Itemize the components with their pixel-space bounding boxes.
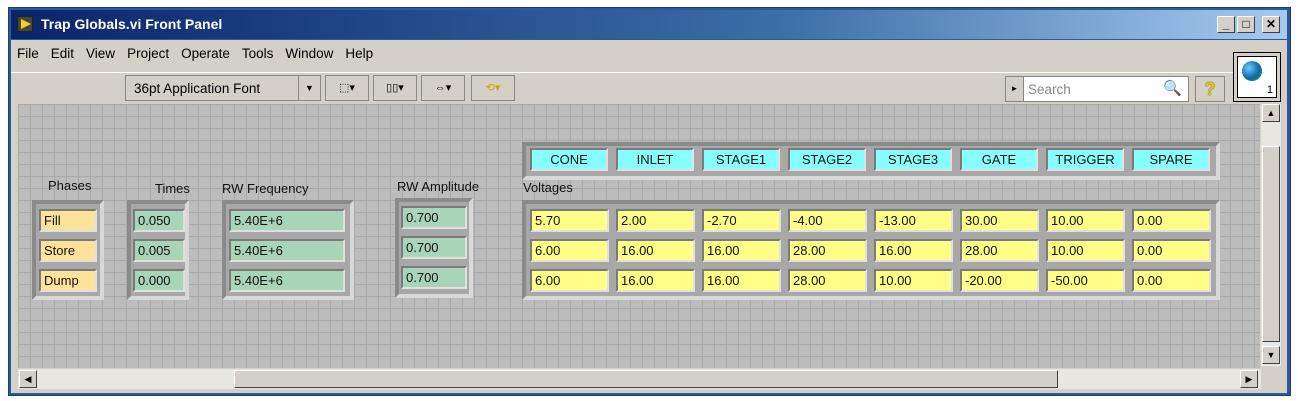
voltages-label: Voltages [523, 180, 573, 195]
voltage-column-header-inlet[interactable]: INLET [616, 148, 694, 171]
voltage-cell[interactable]: 0.00 [1132, 209, 1211, 232]
menu-tools[interactable]: Tools [236, 44, 280, 64]
voltage-cell[interactable]: -50.00 [1046, 269, 1125, 292]
voltage-cell[interactable]: 10.00 [874, 269, 953, 292]
menu-project[interactable]: Project [121, 44, 175, 64]
voltage-cell[interactable]: 28.00 [960, 239, 1039, 262]
menu-help[interactable]: Help [339, 44, 379, 64]
vi-icon-pane[interactable]: 1 [1233, 52, 1281, 102]
labview-vi-icon [17, 16, 33, 32]
maximize-button[interactable]: □ [1237, 16, 1255, 33]
align-objects-button[interactable]: ⬚▾ [325, 75, 369, 101]
menu-edit[interactable]: Edit [45, 44, 80, 64]
toolbar: 36pt Application Font ▼ ⬚▾ ▯▯▾ ⇔▾ ⟲▾ ► Se… [11, 72, 1233, 102]
phases-label: Phases [48, 178, 92, 193]
voltage-cell[interactable]: 16.00 [702, 269, 781, 292]
scroll-up-icon[interactable]: ▲ [1262, 104, 1280, 122]
voltage-column-header-stage2[interactable]: STAGE2 [788, 148, 866, 171]
voltage-column-header-cone[interactable]: CONE [530, 148, 608, 171]
voltage-cell[interactable]: -13.00 [874, 209, 953, 232]
voltage-cell[interactable]: 2.00 [616, 209, 695, 232]
rw_amplitude-field[interactable]: 0.700 [401, 206, 467, 229]
front-panel-canvas[interactable]: Phases Fill Store Dump Times 0.050 0.005 0.000 R… [18, 104, 1260, 368]
voltage-cell[interactable]: 30.00 [960, 209, 1039, 232]
phases-field[interactable]: Store [39, 239, 97, 262]
voltage-column-header-stage1[interactable]: STAGE1 [702, 148, 780, 171]
rw_frequency-field[interactable]: 5.40E+6 [229, 269, 345, 292]
font-selector-value: 36pt Application Font [134, 81, 261, 96]
voltage-cell[interactable]: 0.00 [1132, 269, 1211, 292]
voltage-cell[interactable]: 5.70 [530, 209, 609, 232]
font-selector[interactable]: 36pt Application Font ▼ [125, 75, 321, 101]
rw_frequency-field[interactable]: 5.40E+6 [229, 239, 345, 262]
menu-bar: File Edit View Project Operate Tools Window Hel… [11, 44, 379, 68]
voltage-cell[interactable]: 10.00 [1046, 239, 1125, 262]
vertical-scroll-thumb[interactable] [1262, 146, 1280, 342]
voltage-cell[interactable]: -4.00 [788, 209, 867, 232]
rw_amplitude-label: RW Amplitude [397, 179, 480, 194]
search-input[interactable]: ► Search 🔍 [1005, 76, 1189, 102]
voltage-cell[interactable]: 0.00 [1132, 239, 1211, 262]
distribute-icon: ▯▯▾ [386, 82, 404, 94]
voltage-column-header-trigger[interactable]: TRIGGER [1046, 148, 1124, 171]
chevron-down-icon: ▼ [298, 76, 320, 100]
align-icon: ⬚▾ [339, 82, 355, 94]
voltage-cell[interactable]: 28.00 [788, 239, 867, 262]
voltage-cell[interactable]: 16.00 [616, 269, 695, 292]
close-button[interactable]: ✕ [1262, 16, 1280, 33]
scroll-left-icon[interactable]: ◀ [19, 370, 37, 388]
vertical-scrollbar[interactable]: ▲ ▼ [1261, 104, 1281, 366]
globe-icon [1242, 61, 1262, 81]
rw_amplitude-field[interactable]: 0.700 [401, 236, 467, 259]
rw_frequency-field[interactable]: 5.40E+6 [229, 209, 345, 232]
menu-file[interactable]: File [11, 44, 45, 64]
magnifier-icon[interactable]: 🔍 [1163, 79, 1182, 97]
times-field[interactable]: 0.050 [133, 209, 185, 232]
voltage-cell[interactable]: 28.00 [788, 269, 867, 292]
voltage-cell[interactable]: 16.00 [874, 239, 953, 262]
horizontal-scroll-thumb[interactable] [234, 370, 1058, 388]
times-field[interactable]: 0.005 [133, 239, 185, 262]
resize-icon: ⇔▾ [434, 82, 452, 94]
title-bar[interactable]: Trap Globals.vi Front Panel _ □ ✕ [11, 10, 1287, 39]
menu-window[interactable]: Window [279, 44, 339, 64]
menu-view[interactable]: View [80, 44, 121, 64]
times-label: Times [155, 181, 190, 196]
voltage-cell[interactable]: 16.00 [702, 239, 781, 262]
voltage-cell[interactable]: -20.00 [960, 269, 1039, 292]
voltage-cell[interactable]: 10.00 [1046, 209, 1125, 232]
voltage-cell[interactable]: 16.00 [616, 239, 695, 262]
phases-field[interactable]: Dump [39, 269, 97, 292]
resize-objects-button[interactable]: ⇔▾ [421, 75, 465, 101]
scroll-right-icon[interactable]: ▶ [1240, 370, 1258, 388]
menu-operate[interactable]: Operate [175, 44, 236, 64]
search-placeholder: Search [1028, 82, 1071, 97]
times-field[interactable]: 0.000 [133, 269, 185, 292]
rw_amplitude-field[interactable]: 0.700 [401, 266, 467, 289]
window-body: File Edit View Project Operate Tools Window Hel… [11, 40, 1287, 393]
voltage-column-header-gate[interactable]: GATE [960, 148, 1038, 171]
window-title: Trap Globals.vi Front Panel [41, 16, 223, 32]
phases-field[interactable]: Fill [39, 209, 97, 232]
voltage-column-header-stage3[interactable]: STAGE3 [874, 148, 952, 171]
voltage-cell[interactable]: 6.00 [530, 269, 609, 292]
minimize-button[interactable]: _ [1217, 16, 1235, 33]
voltage-cell[interactable]: 6.00 [530, 239, 609, 262]
voltage-cell[interactable]: -2.70 [702, 209, 781, 232]
reorder-icon: ⟲▾ [485, 82, 501, 94]
rw_frequency-label: RW Frequency [222, 181, 309, 196]
search-expand-icon[interactable]: ► [1006, 77, 1024, 101]
reorder-button[interactable]: ⟲▾ [471, 75, 515, 101]
horizontal-scrollbar[interactable]: ◀ ▶ [18, 369, 1261, 389]
distribute-objects-button[interactable]: ▯▯▾ [373, 75, 417, 101]
help-button[interactable]: ? [1195, 76, 1225, 102]
scroll-down-icon[interactable]: ▼ [1262, 346, 1280, 364]
voltage-column-header-spare[interactable]: SPARE [1132, 148, 1210, 171]
vi-icon-number: 1 [1266, 84, 1273, 96]
